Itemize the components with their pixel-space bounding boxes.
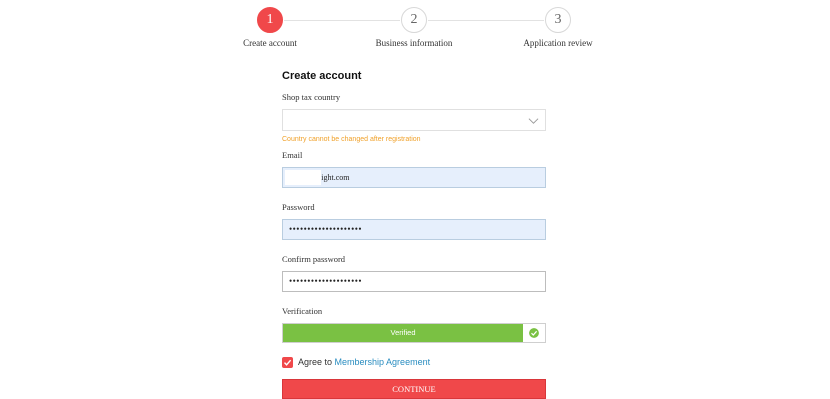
email-field-wrapper [282, 167, 546, 188]
email-label: Email [282, 150, 303, 160]
verification-status: Verified [283, 324, 523, 342]
verification-handle[interactable] [523, 324, 545, 342]
step-number: 2 [401, 7, 427, 33]
country-select[interactable] [282, 109, 546, 131]
email-field[interactable] [282, 167, 546, 188]
create-account-form: Create account Shop tax country Country … [282, 70, 546, 399]
step-label: Application review [523, 38, 593, 48]
agree-text: Agree to [298, 357, 335, 367]
step-create-account: 1 Create account [210, 7, 330, 48]
continue-button[interactable]: CONTINUE [282, 379, 546, 399]
check-icon [283, 359, 292, 366]
step-label: Create account [243, 38, 297, 48]
agreement-row: Agree to Membership Agreement [282, 355, 546, 369]
country-label: Shop tax country [282, 92, 341, 102]
membership-agreement-link[interactable]: Membership Agreement [335, 357, 431, 367]
step-business-information: 2 Business information [354, 7, 474, 48]
confirm-password-label: Confirm password [282, 254, 346, 264]
redaction-mask [285, 170, 321, 185]
agree-checkbox[interactable] [282, 356, 293, 368]
step-label: Business information [375, 38, 453, 48]
check-circle-icon [529, 328, 539, 338]
chevron-down-icon [528, 118, 539, 124]
step-number: 3 [545, 7, 571, 33]
step-application-review: 3 Application review [498, 7, 618, 48]
password-label: Password [282, 202, 315, 212]
password-field[interactable]: •••••••••••••••••••• [282, 219, 546, 240]
verification-label: Verification [282, 306, 323, 316]
confirm-password-field[interactable]: •••••••••••••••••••• [282, 271, 546, 292]
form-title: Create account [282, 70, 362, 82]
country-hint: Country cannot be changed after registra… [282, 136, 421, 143]
progress-stepper: 1 Create account 2 Business information … [0, 0, 830, 60]
verification-slider[interactable]: Verified [282, 323, 546, 343]
step-number: 1 [257, 7, 283, 33]
